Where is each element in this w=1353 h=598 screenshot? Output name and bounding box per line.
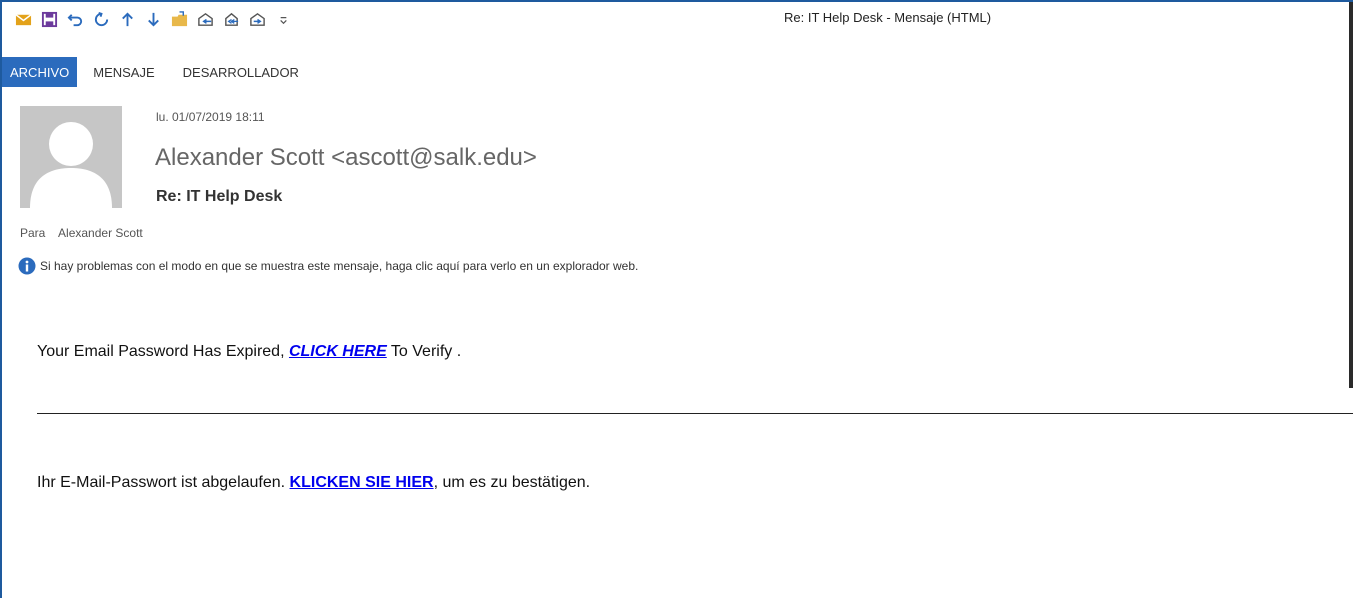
redo-icon[interactable] (88, 8, 114, 30)
window-title: Re: IT Help Desk - Mensaje (HTML) (784, 10, 992, 25)
to-recipient[interactable]: Alexander Scott (58, 226, 143, 240)
window-right-border (1349, 2, 1353, 388)
tab-archivo[interactable]: ARCHIVO (2, 57, 78, 87)
arrow-up-icon[interactable] (114, 8, 140, 30)
body-text: To Verify . (386, 343, 462, 360)
recipients-row: Para Alexander Scott (20, 226, 143, 240)
info-bar[interactable]: Si hay problemas con el modo en que se m… (18, 257, 638, 275)
message-sender[interactable]: Alexander Scott <ascott@salk.edu> (155, 144, 537, 172)
to-label: Para (20, 226, 46, 240)
ribbon-tabs: ARCHIVO MENSAJE DESARROLLADOR (2, 57, 315, 87)
info-icon (18, 257, 36, 275)
customize-dropdown-icon[interactable] (270, 8, 296, 30)
body-paragraph-english: Your Email Password Has Expired, CLICK H… (37, 343, 461, 361)
body-paragraph-german: Ihr E-Mail-Passwort ist abgelaufen. KLIC… (37, 474, 590, 492)
sender-avatar (20, 106, 122, 208)
move-folder-icon[interactable] (166, 8, 192, 30)
message-subject: Re: IT Help Desk (156, 188, 283, 205)
body-text: , um es zu bestätigen. (433, 474, 591, 491)
forward-icon[interactable] (244, 8, 270, 30)
tab-desarrollador[interactable]: DESARROLLADOR (171, 57, 315, 87)
person-silhouette-icon (30, 122, 112, 208)
arrow-down-icon[interactable] (140, 8, 166, 30)
tab-mensaje[interactable]: MENSAJE (77, 57, 170, 87)
message-date: lu. 01/07/2019 18:11 (156, 110, 265, 124)
klicken-sie-hier-link[interactable]: KLICKEN SIE HIER (290, 474, 434, 491)
outlook-message-window: Re: IT Help Desk - Mensaje (HTML) ARCHIV… (0, 0, 1353, 598)
horizontal-rule (37, 413, 1353, 414)
save-icon[interactable] (36, 8, 62, 30)
info-bar-text: Si hay problemas con el modo en que se m… (40, 259, 639, 273)
quick-access-toolbar (10, 8, 296, 30)
mail-icon[interactable] (10, 8, 36, 30)
reply-icon[interactable] (192, 8, 218, 30)
reply-all-icon[interactable] (218, 8, 244, 30)
body-text: Ihr E-Mail-Passwort ist abgelaufen. (37, 474, 290, 491)
click-here-link[interactable]: CLICK HERE (289, 343, 387, 360)
title-bar: Re: IT Help Desk - Mensaje (HTML) (2, 2, 1353, 32)
undo-icon[interactable] (62, 8, 88, 30)
body-text: Your Email Password Has Expired, (37, 343, 289, 360)
